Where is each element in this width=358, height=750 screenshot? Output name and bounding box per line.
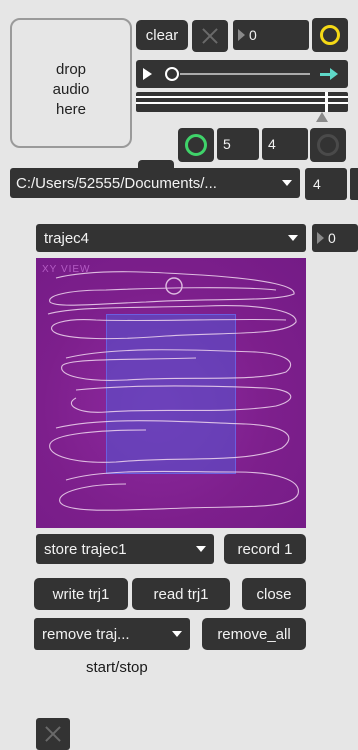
trajectory-select[interactable]: trajec4 (36, 224, 306, 252)
loop-field-b[interactable]: 4 (262, 128, 308, 160)
slider-track (180, 73, 310, 75)
chevron-down-icon (282, 180, 292, 186)
close-button[interactable]: close (242, 578, 306, 610)
playback-slider[interactable] (136, 60, 348, 88)
trajectory-number-box[interactable]: 0 (312, 224, 358, 252)
trajectory-select-label: trajec4 (44, 229, 90, 247)
loop-field-a-value: 5 (223, 136, 231, 152)
file-path-label: C:/Users/52555/Documents/... (16, 174, 217, 192)
loop-field-b-value: 4 (268, 136, 276, 152)
chevron-down-icon (288, 235, 298, 241)
write-trajectory-button[interactable]: write trj1 (34, 578, 128, 610)
file-path-menu[interactable]: C:/Users/52555/Documents/... (10, 168, 300, 198)
drop-label-line3: here (55, 101, 87, 118)
level-meter (136, 92, 348, 112)
store-trajectory-label: store trajec1 (44, 540, 127, 558)
audio-drop-zone[interactable]: drop audio here (10, 18, 132, 148)
close-icon[interactable] (192, 20, 228, 52)
play-icon (143, 68, 152, 80)
play-icon (317, 232, 324, 244)
counter-value: 0 (249, 27, 257, 43)
remove-trajectory-menu[interactable]: remove traj... (34, 618, 190, 650)
store-trajectory-menu[interactable]: store trajec1 (36, 534, 214, 564)
circle-icon (320, 25, 340, 45)
remove-trajectory-label: remove traj... (42, 625, 130, 643)
start-stop-label: start/stop (86, 659, 148, 676)
grey-circle-button[interactable] (310, 128, 346, 162)
xy-trajectory-canvas[interactable]: XY VIEW (36, 258, 306, 528)
clear-button[interactable]: clear (136, 20, 188, 50)
yellow-circle-button[interactable] (312, 18, 348, 52)
record-button[interactable]: record 1 (224, 534, 306, 564)
remove-all-button[interactable]: remove_all (202, 618, 306, 650)
counter-number-box[interactable]: 0 (233, 20, 309, 50)
green-circle-button[interactable] (178, 128, 214, 162)
loop-field-a[interactable]: 5 (217, 128, 259, 160)
drop-label-line2: audio (52, 81, 90, 98)
drop-label-line1: drop (55, 61, 87, 78)
channel-value: 4 (313, 176, 321, 192)
circle-icon (317, 134, 339, 156)
chevron-down-icon (172, 631, 182, 637)
channel-number-box[interactable]: 4 (305, 168, 347, 200)
play-icon (238, 29, 245, 41)
edge-control[interactable] (350, 168, 358, 200)
chevron-down-icon (196, 546, 206, 552)
trajectory-number-value: 0 (328, 230, 336, 246)
circle-icon (185, 134, 207, 156)
start-stop-toggle[interactable] (36, 718, 70, 750)
meter-marker (316, 112, 328, 122)
read-trajectory-button[interactable]: read trj1 (132, 578, 230, 610)
slider-knob[interactable] (165, 67, 179, 81)
trajectory-path (47, 271, 299, 511)
arrow-right-head (330, 68, 338, 80)
